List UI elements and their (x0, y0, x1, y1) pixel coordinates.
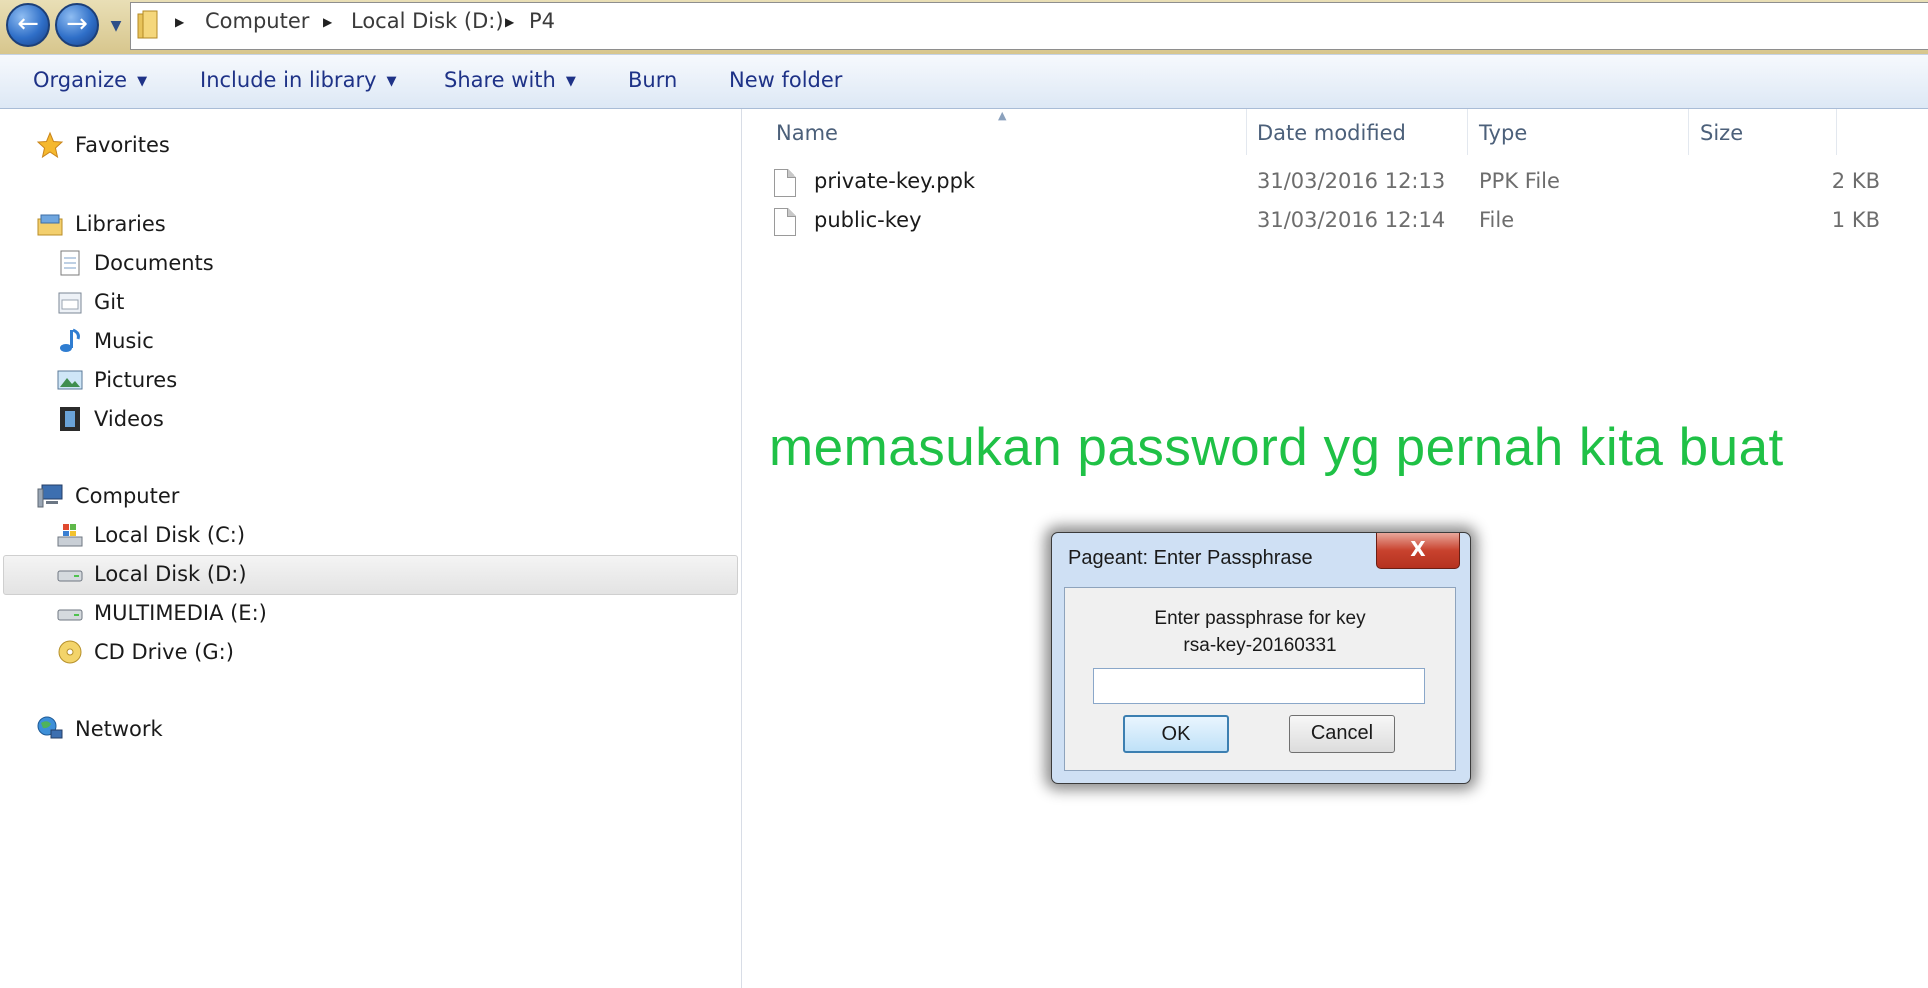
nav-library-pictures[interactable]: Pictures (94, 368, 177, 392)
breadcrumb-computer[interactable]: Computer (205, 9, 309, 33)
column-divider[interactable] (1836, 109, 1837, 155)
column-header-name[interactable]: Name (776, 121, 838, 145)
recent-pages-dropdown-icon[interactable]: ▼ (104, 14, 128, 38)
dialog-title: Pageant: Enter Passphrase (1068, 547, 1313, 569)
file-date-modified: 31/03/2016 12:13 (1257, 169, 1446, 193)
git-library-icon (58, 292, 82, 314)
file-date-modified: 31/03/2016 12:14 (1257, 208, 1446, 232)
dialog-body: Enter passphrase for key rsa-key-2016033… (1064, 587, 1456, 771)
file-size: 1 KB (1831, 208, 1880, 232)
breadcrumb-separator-icon[interactable]: ▶ (323, 15, 332, 29)
network-icon (37, 716, 63, 739)
command-bar: Organize ▼ Include in library ▼ Share with… (0, 54, 1928, 109)
documents-icon (60, 250, 80, 276)
nav-library-videos[interactable]: Videos (94, 407, 164, 431)
windows-drive-icon (57, 524, 83, 547)
forward-button[interactable]: → (55, 3, 99, 47)
share-with-button[interactable]: Share with ▼ (444, 68, 576, 92)
star-icon (36, 131, 64, 159)
chevron-down-icon: ▼ (565, 74, 576, 89)
dialog-prompt: Enter passphrase for key (1154, 608, 1366, 629)
column-header-type[interactable]: Type (1479, 121, 1527, 145)
file-row[interactable]: public-key 31/03/2016 12:14 File 1 KB (770, 206, 1890, 242)
nav-library-git[interactable]: Git (94, 290, 124, 314)
file-type: File (1479, 208, 1515, 232)
include-in-library-button[interactable]: Include in library ▼ (200, 68, 397, 92)
organize-button[interactable]: Organize ▼ (33, 68, 147, 92)
file-name: public-key (814, 208, 922, 232)
close-button[interactable]: X (1376, 533, 1460, 569)
nav-library-documents[interactable]: Documents (94, 251, 214, 275)
nav-drive-d[interactable]: Local Disk (D:) (94, 562, 247, 586)
breadcrumb-local-disk-d[interactable]: Local Disk (D:) (351, 9, 504, 33)
file-row[interactable]: private-key.ppk 31/03/2016 12:13 PPK Fil… (770, 167, 1890, 203)
folder-icon (137, 10, 158, 39)
nav-favorites[interactable]: Favorites (75, 133, 170, 157)
close-icon: X (1410, 537, 1426, 561)
file-type: PPK File (1479, 169, 1560, 193)
address-bar: ← → ▼ ▶ Computer ▶ Local Disk (D:) ▶ P4 (0, 0, 1928, 54)
nav-drive-c[interactable]: Local Disk (C:) (94, 523, 245, 547)
cd-drive-icon (58, 640, 82, 664)
file-size: 2 KB (1831, 169, 1880, 193)
address-field[interactable]: ▶ Computer ▶ Local Disk (D:) ▶ P4 (130, 2, 1928, 50)
forward-arrow-icon: → (66, 9, 88, 39)
videos-icon (60, 407, 80, 431)
chevron-down-icon: ▼ (386, 74, 397, 89)
nav-drive-e[interactable]: MULTIMEDIA (E:) (94, 601, 267, 625)
computer-icon (37, 484, 63, 508)
share-with-label: Share with (444, 68, 556, 92)
music-icon (60, 328, 80, 352)
nav-network[interactable]: Network (75, 717, 163, 741)
ok-button[interactable]: OK (1123, 715, 1229, 753)
file-icon (774, 208, 796, 236)
include-in-library-label: Include in library (200, 68, 377, 92)
hard-drive-icon (57, 609, 83, 621)
hard-drive-icon (57, 570, 83, 582)
chevron-down-icon: ▼ (137, 74, 148, 89)
navigation-pane: Favorites Libraries Documents Git Music … (0, 109, 742, 988)
nav-computer[interactable]: Computer (75, 484, 179, 508)
dialog-key-name: rsa-key-20160331 (1183, 635, 1337, 656)
nav-drive-g[interactable]: CD Drive (G:) (94, 640, 234, 664)
file-name: private-key.ppk (814, 169, 976, 193)
column-divider[interactable] (1467, 109, 1468, 155)
column-divider[interactable] (1246, 109, 1247, 155)
nav-libraries[interactable]: Libraries (75, 212, 166, 236)
breadcrumb-separator-icon[interactable]: ▶ (175, 15, 184, 29)
sort-ascending-icon: ▲ (998, 109, 1007, 122)
passphrase-input[interactable] (1093, 668, 1425, 704)
column-divider[interactable] (1688, 109, 1689, 155)
back-arrow-icon: ← (17, 9, 39, 39)
instruction-caption: memasukan password yg pernah kita buat (769, 418, 1784, 477)
burn-button[interactable]: Burn (628, 68, 677, 92)
file-icon (774, 169, 796, 197)
nav-library-music[interactable]: Music (94, 329, 154, 353)
column-header-size[interactable]: Size (1700, 121, 1743, 145)
breadcrumb-separator-icon[interactable]: ▶ (505, 15, 514, 29)
back-button[interactable]: ← (6, 3, 50, 47)
passphrase-dialog: Pageant: Enter Passphrase X Enter passph… (1051, 532, 1471, 784)
libraries-icon (37, 214, 63, 236)
column-header-date-modified[interactable]: Date modified (1257, 121, 1406, 145)
breadcrumb-p4[interactable]: P4 (529, 9, 555, 33)
pictures-icon (57, 370, 83, 390)
cancel-button[interactable]: Cancel (1289, 715, 1395, 753)
organize-label: Organize (33, 68, 128, 92)
new-folder-button[interactable]: New folder (729, 68, 842, 92)
